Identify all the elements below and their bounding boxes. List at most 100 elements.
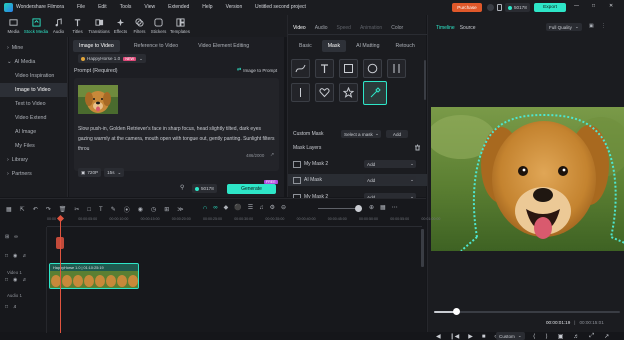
mask-shape-line[interactable] [291, 83, 310, 102]
sidebar-item-video-inspiration[interactable]: Video Inspiration [0, 69, 67, 83]
credits-badge[interactable]: 50178 [505, 3, 530, 12]
tool-filters[interactable]: Filters [130, 15, 149, 37]
quality-dropdown[interactable]: Full Quality ⌄ [546, 23, 582, 31]
tool-media[interactable]: Media [4, 15, 23, 37]
ripple-icon[interactable]: ⦿ [124, 205, 130, 214]
track-lock-icon[interactable]: □ [5, 304, 8, 310]
cursor-icon[interactable]: ⇱ [20, 206, 25, 213]
mark-in-icon[interactable]: ⟨ [533, 333, 535, 340]
subtab-retouch[interactable]: Retouch [389, 40, 420, 52]
scrollbar[interactable] [424, 60, 426, 100]
close-icon[interactable]: ✕ [609, 3, 613, 9]
menu-extended[interactable]: Extended [168, 4, 189, 10]
mask-shape-heart[interactable] [315, 83, 334, 102]
expand-preview-icon[interactable]: ↗ [604, 333, 609, 340]
mask-shape-text[interactable] [315, 59, 334, 78]
text-tool-icon[interactable]: T [99, 207, 103, 213]
mask-shape-circle[interactable] [363, 59, 382, 78]
tool-stickers[interactable]: Stickers [149, 15, 168, 37]
playhead-marker[interactable] [56, 237, 65, 249]
stop-icon[interactable]: ■ [482, 334, 486, 340]
export-button[interactable]: Export [534, 3, 566, 12]
subtab-basic[interactable]: Basic [293, 40, 318, 52]
mask-layer-row[interactable]: AI Mask Add ⌄ [288, 174, 427, 186]
timeline-zoom-handle[interactable] [355, 205, 362, 212]
track-audio-icon[interactable]: ♬ [13, 304, 18, 310]
track-audio-icon[interactable]: ♬ [22, 253, 27, 259]
tool-stock-media[interactable]: Stock Media [23, 15, 49, 37]
menu-edit[interactable]: Edit [98, 4, 107, 10]
video-preview-frame[interactable] [431, 107, 624, 251]
tab-animation[interactable]: Animation [360, 25, 382, 31]
sidebar-item-my-files[interactable]: My Files [0, 139, 67, 153]
tab-speed[interactable]: Speed [337, 25, 351, 31]
minimize-icon[interactable]: — [574, 3, 579, 9]
mark-out-icon[interactable]: ⟩ [545, 333, 547, 340]
tool-audio[interactable]: Audio [49, 15, 68, 37]
mask-layer-action[interactable]: Add ⌄ [364, 160, 416, 168]
menu-version[interactable]: Version [226, 4, 243, 10]
sidebar-item-video-extend[interactable]: Video Extend [0, 111, 67, 125]
tab-image-to-video[interactable]: Image to Video [73, 40, 120, 52]
tab-source-preview[interactable]: Source [460, 25, 476, 31]
more-tools-icon[interactable]: ≫ [177, 206, 183, 213]
mask-shape-star[interactable] [339, 83, 358, 102]
screenshot-icon[interactable]: ▣ [589, 23, 594, 29]
timeline-scrollbar[interactable] [421, 229, 424, 267]
speed-icon[interactable]: ◷ [151, 206, 156, 213]
step-back-icon[interactable]: ❙◀ [450, 333, 460, 340]
mask-shape-draw[interactable] [291, 59, 310, 78]
subtab-ai-matting[interactable]: AI Matting [350, 40, 385, 52]
tab-audio[interactable]: Audio [315, 25, 328, 31]
avatar[interactable] [487, 4, 494, 11]
magnet-icon[interactable]: ∩ [203, 205, 207, 211]
playhead[interactable] [59, 217, 61, 333]
model-selector[interactable]: HappyHorse 1.0 NEW ⌄ [78, 54, 146, 63]
tab-reference-to-video[interactable]: Reference to Video [128, 40, 184, 52]
subtab-mask[interactable]: Mask [321, 40, 347, 52]
add-mask-button[interactable]: Add [386, 130, 408, 138]
tab-color[interactable]: Color [391, 25, 403, 31]
purchase-button[interactable]: Purchase [452, 3, 482, 12]
zoom-in-icon[interactable]: ⊕ [369, 204, 374, 211]
resolution-select[interactable]: ▣ 720P [78, 168, 102, 177]
sidebar-item-ai-media[interactable]: ⌄ AI Media [0, 55, 67, 69]
preview-scrubber-handle[interactable] [452, 308, 460, 315]
track-lock-icon[interactable]: □ [5, 277, 8, 283]
link-icon[interactable]: ∞ [213, 205, 217, 211]
shield-icon[interactable]: ◆ [224, 204, 229, 211]
cut-icon[interactable]: ✂ [74, 206, 79, 213]
track-eye-icon[interactable]: ◉ [13, 277, 17, 283]
prev-frame-icon[interactable]: ◀ [436, 333, 441, 340]
expand-icon[interactable]: ↗ [270, 152, 274, 158]
zoom-out-icon[interactable]: ⊖ [281, 204, 286, 211]
menu-view[interactable]: View [144, 4, 155, 10]
zoom-dropdown[interactable]: Custom ⌄ [496, 332, 525, 340]
mask-shape-brush[interactable] [363, 81, 387, 105]
grid-icon[interactable]: ▦ [6, 206, 12, 213]
duration-select[interactable]: 15s ⌄ [104, 168, 125, 177]
tool-effects[interactable]: Effects [111, 15, 130, 37]
maximize-icon[interactable]: □ [592, 3, 595, 9]
undo-icon[interactable]: ↶ [33, 206, 38, 213]
snapshot-icon[interactable]: ▣ [558, 333, 564, 340]
crop2-icon[interactable]: ⊞ [164, 206, 169, 213]
track-lock-icon[interactable]: □ [5, 253, 8, 259]
music-track-icon[interactable]: ♫ [259, 205, 264, 211]
sidebar-item-library[interactable]: › Library [0, 153, 67, 167]
menu-file[interactable]: File [77, 4, 85, 10]
sidebar-item-ai-image[interactable]: AI Image [0, 125, 67, 139]
tool-titles[interactable]: Titles [68, 15, 87, 37]
play-icon[interactable]: ▶ [468, 333, 473, 340]
render-icon[interactable]: ⚙ [270, 204, 275, 211]
more-icon[interactable]: ⋮ [601, 23, 606, 29]
mask-shape-lines[interactable] [387, 59, 406, 78]
menu-help[interactable]: Help [202, 4, 212, 10]
menu-tools[interactable]: Tools [120, 4, 132, 10]
more-timeline-icon[interactable]: ⋯ [392, 204, 398, 211]
tab-video[interactable]: Video [293, 25, 306, 31]
sidebar-item-text-to-video[interactable]: Text to Video [0, 97, 67, 111]
prompt-box[interactable]: Slow push-in, Golden Retriever's face in… [74, 78, 279, 171]
pen-icon[interactable]: ✎ [111, 206, 116, 213]
zoom-search-icon[interactable]: ⚲ [180, 184, 184, 191]
